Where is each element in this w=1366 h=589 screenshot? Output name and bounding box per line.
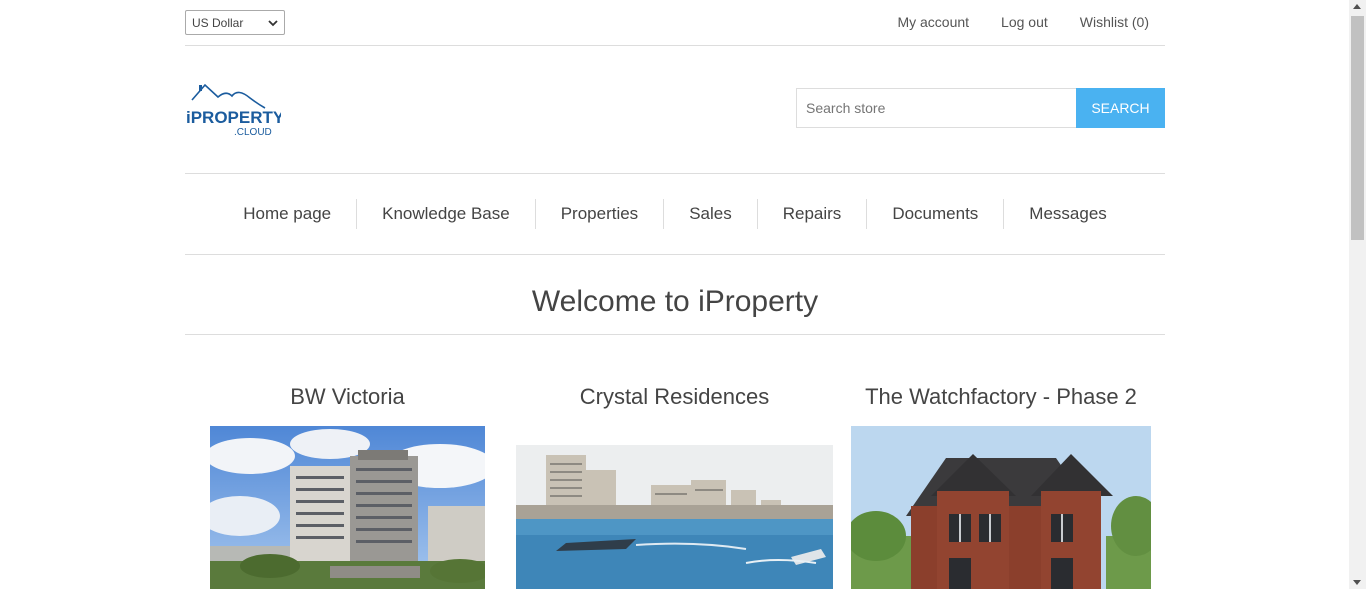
menu-item-messages[interactable]: Messages bbox=[1003, 199, 1131, 229]
account-links: My account Log out Wishlist (0) bbox=[897, 14, 1149, 30]
property-title[interactable]: Crystal Residences bbox=[516, 380, 833, 414]
search-button[interactable]: Search bbox=[1076, 88, 1165, 128]
header-links-bar: US Dollar My account Log out Wishlist (0… bbox=[185, 0, 1165, 46]
log-out-link[interactable]: Log out bbox=[1001, 14, 1048, 30]
property-title[interactable]: The Watchfactory - Phase 2 bbox=[851, 380, 1151, 414]
property-image[interactable] bbox=[516, 445, 833, 589]
menu-item-properties[interactable]: Properties bbox=[534, 199, 663, 229]
menu-item-knowledge-base[interactable]: Knowledge Base bbox=[356, 199, 535, 229]
my-account-link[interactable]: My account bbox=[897, 14, 969, 30]
iproperty-logo-graphic: iPROPERTY .CLOUD bbox=[186, 83, 285, 138]
property-image[interactable] bbox=[210, 426, 485, 589]
property-card[interactable]: BW Victoria bbox=[210, 380, 485, 589]
currency-selected-value: US Dollar bbox=[192, 15, 244, 30]
menu-item-repairs[interactable]: Repairs bbox=[756, 199, 867, 229]
main-menu: Home page Knowledge Base Properties Sale… bbox=[185, 173, 1165, 255]
search-input[interactable] bbox=[796, 88, 1076, 128]
menu-item-home-page[interactable]: Home page bbox=[218, 199, 356, 229]
scroll-up-arrow-icon[interactable] bbox=[1353, 4, 1361, 9]
property-card[interactable]: Crystal Residences bbox=[516, 380, 833, 589]
scroll-down-arrow-icon[interactable] bbox=[1353, 580, 1361, 585]
chevron-down-icon bbox=[268, 19, 278, 26]
property-card[interactable]: The Watchfactory - Phase 2 bbox=[851, 380, 1151, 589]
property-title[interactable]: BW Victoria bbox=[210, 380, 485, 414]
page-title-bar: Welcome to iProperty bbox=[185, 280, 1165, 335]
wishlist-link[interactable]: Wishlist (0) bbox=[1080, 14, 1149, 30]
property-image[interactable] bbox=[851, 426, 1151, 589]
menu-item-sales[interactable]: Sales bbox=[663, 199, 757, 229]
page-title: Welcome to iProperty bbox=[531, 285, 819, 318]
menu-item-documents[interactable]: Documents bbox=[866, 199, 1003, 229]
logo-subtext: .CLOUD bbox=[234, 127, 272, 138]
logo-text: iPROPERTY bbox=[186, 108, 281, 127]
currency-selector[interactable]: US Dollar bbox=[185, 10, 285, 35]
search-bar: Search bbox=[796, 88, 1165, 128]
site-logo[interactable]: iPROPERTY .CLOUD bbox=[186, 82, 285, 140]
page-scrollbar[interactable] bbox=[1349, 0, 1366, 589]
scrollbar-thumb[interactable] bbox=[1351, 16, 1364, 240]
